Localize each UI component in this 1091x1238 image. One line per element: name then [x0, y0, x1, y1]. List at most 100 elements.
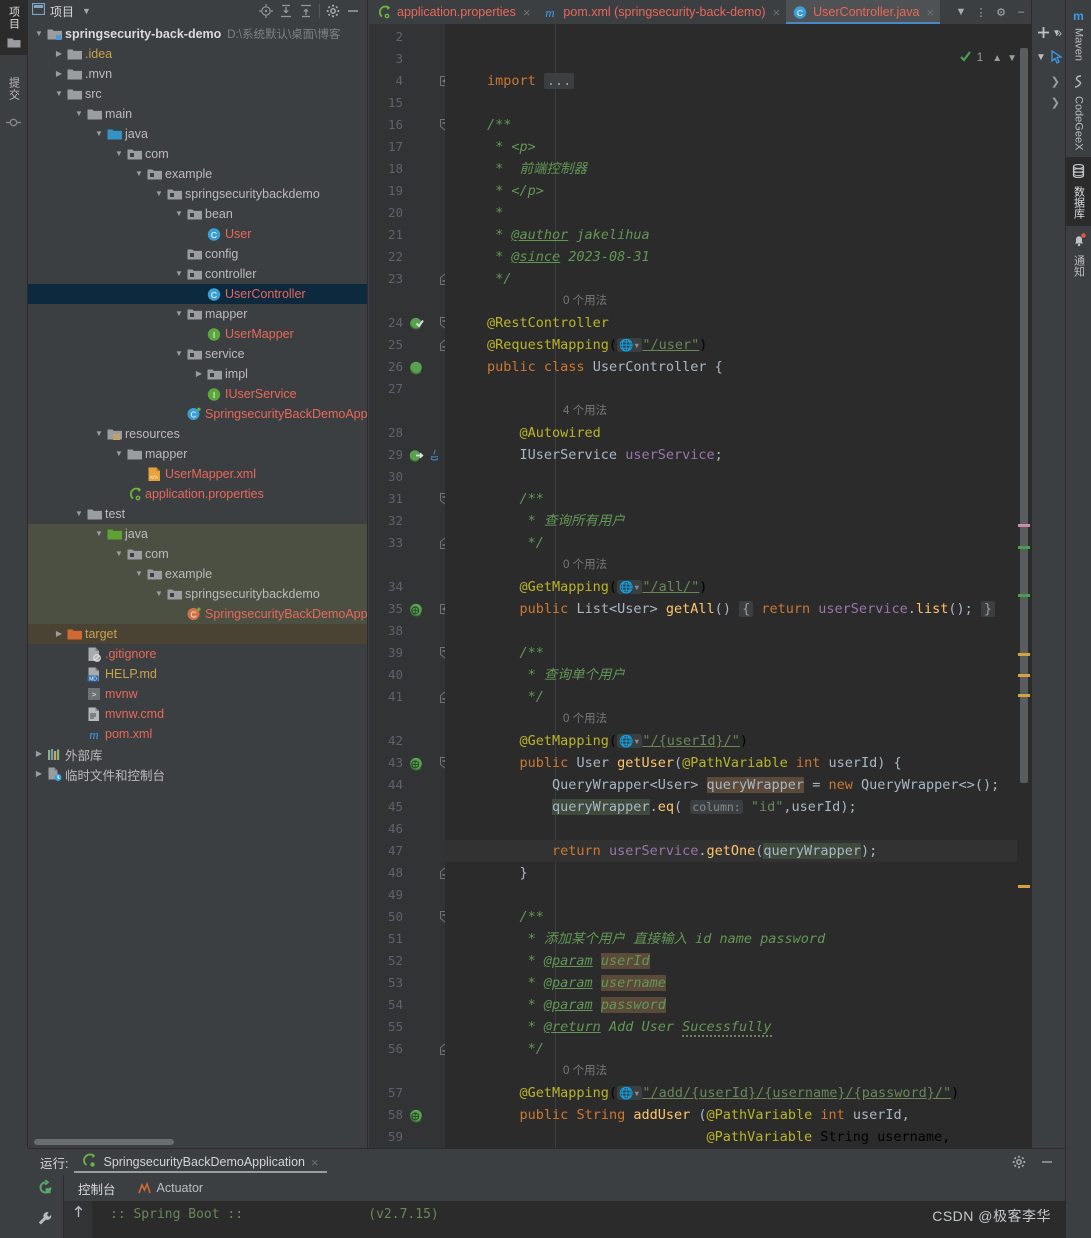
chevron-right-icon[interactable]: ▶ — [192, 364, 206, 384]
tree-node-test[interactable]: ▼ test — [28, 504, 367, 524]
editor-tab-pom.xml-springsecurity-back-demo-[interactable]: m pom.xml (springsecurity-back-demo) × — [536, 0, 786, 24]
tree-node-help-md[interactable]: MD HELP.md — [28, 664, 367, 684]
tree-node-java[interactable]: ▼ java — [28, 524, 367, 544]
chevron-down-icon[interactable]: ▼ — [152, 584, 166, 604]
usage-hint[interactable]: 0 个用法 — [563, 1060, 607, 1082]
gutter-spring-autowired-icon[interactable] — [407, 444, 425, 466]
chevron-right-icon[interactable]: ▶ — [52, 64, 66, 84]
tree-node-com[interactable]: ▼ com — [28, 144, 367, 164]
code-line[interactable]: */ — [487, 532, 544, 554]
chevron-down-icon[interactable]: ▼ — [32, 24, 46, 44]
chevron-right-icon[interactable]: ▶ — [52, 44, 66, 64]
chevron-down-icon[interactable]: ▼ — [152, 184, 166, 204]
sidebar-item-notifications[interactable]: 通知 — [1071, 226, 1087, 284]
sidebar-item-database[interactable]: 数据库 — [1066, 157, 1091, 227]
error-stripe-marker[interactable] — [1018, 546, 1030, 549]
tree-node-springsecurity-back-demo[interactable]: ▼ springsecurity-back-demo D:\系统默认\桌面\博客 — [28, 24, 367, 44]
close-icon[interactable]: × — [926, 5, 934, 20]
expand-all-icon[interactable] — [276, 1, 296, 21]
console-output[interactable]: :: Spring Boot :: (v2.7.15) — [64, 1201, 1065, 1238]
editor-tab-application.properties[interactable]: application.properties × — [369, 0, 536, 24]
gear-icon[interactable] — [323, 1, 343, 21]
sidebar-item-codegeex[interactable]: CodeGeeX — [1072, 68, 1085, 157]
tree-node-target[interactable]: ▶ target — [28, 624, 367, 644]
tree-node-resources[interactable]: ▼ resources — [28, 424, 367, 444]
code-line[interactable]: * 添加某个用户 直接输入 id name password — [487, 928, 826, 950]
code-line[interactable]: public class UserController { — [487, 356, 723, 378]
code-line[interactable]: * 前端控制器 — [487, 158, 587, 180]
sidebar-item-project[interactable]: 项目 — [0, 0, 27, 34]
tree-node-springsecuritybackdemo[interactable]: ▼ springsecuritybackdemo — [28, 184, 367, 204]
code-line[interactable]: */ — [487, 1038, 544, 1060]
code-line[interactable]: @Autowired — [487, 422, 601, 444]
code-line[interactable]: } — [487, 862, 528, 884]
code-line[interactable]: public User getUser(@PathVariable int us… — [487, 752, 902, 774]
code-line[interactable]: /** — [487, 906, 544, 928]
code-line[interactable]: @GetMapping(🌐▾ "/{userId}/") — [487, 730, 748, 752]
error-stripe[interactable] — [1017, 48, 1031, 1148]
tree-node-springsecuritybackdemo[interactable]: ▼ springsecuritybackdemo — [28, 584, 367, 604]
minimize-icon[interactable] — [343, 1, 363, 21]
chevron-down-icon[interactable]: ▼ — [92, 424, 106, 444]
tree-node-springsecuritybackdemoapp[interactable]: C SpringsecurityBackDemoApp — [28, 404, 367, 424]
editor-vscrollbar-thumb[interactable] — [1020, 48, 1028, 783]
tree-node-impl[interactable]: ▶ impl — [28, 364, 367, 384]
usage-hint[interactable]: 4 个用法 — [563, 400, 607, 422]
maven-expand-icon[interactable]: ❯ — [1051, 75, 1060, 88]
tree-node-bean[interactable]: ▼ bean — [28, 204, 367, 224]
chevron-down-icon[interactable]: ▼ — [172, 204, 186, 224]
project-tree-hscrollbar[interactable] — [34, 1139, 174, 1145]
gutter-spring-bean-check-icon[interactable] — [407, 312, 425, 334]
chevron-down-icon[interactable]: ▼ — [172, 344, 186, 364]
tree-node-java[interactable]: ▼ java — [28, 124, 367, 144]
tree-node-example[interactable]: ▼ example — [28, 564, 367, 584]
chevron-down-icon[interactable]: ▼ — [72, 104, 86, 124]
chevron-down-icon[interactable]: ▼ — [132, 564, 146, 584]
sidebar-item-commit[interactable]: 提交 — [6, 71, 22, 110]
tree-node-pom-xml[interactable]: m pom.xml — [28, 724, 367, 744]
code-text[interactable]: import ... /** * <p> * 前端控制器 * </p> * * @… — [445, 24, 1031, 1148]
error-stripe-marker[interactable] — [1018, 594, 1030, 597]
chevron-right-icon[interactable]: ▶ — [32, 744, 46, 764]
close-icon[interactable]: × — [773, 5, 781, 20]
code-line[interactable]: * @param userId — [487, 950, 650, 972]
chevron-down-icon[interactable]: ▼ — [72, 504, 86, 524]
collapse-all-icon[interactable] — [296, 1, 316, 21]
more-options-icon[interactable]: » — [1055, 26, 1062, 40]
code-line[interactable]: queryWrapper.eq( column: "id",userId); — [487, 796, 857, 818]
tree-node-config[interactable]: config — [28, 244, 367, 264]
code-line[interactable]: return userService.getOne(queryWrapper); — [487, 840, 877, 862]
editor-tab-bar[interactable]: application.properties × m pom.xml (springs… — [369, 0, 1031, 24]
code-line[interactable]: @GetMapping(🌐▾ "/add/{userId}/{username}/… — [487, 1082, 960, 1104]
tree-node-usermapper[interactable]: I UserMapper — [28, 324, 367, 344]
gutter-spring-mapping-icon[interactable] — [407, 1104, 425, 1126]
web-endpoint-icon[interactable]: 🌐▾ — [617, 734, 643, 748]
tree-node-user[interactable]: C User — [28, 224, 367, 244]
chevron-down-icon[interactable]: ▼ — [82, 6, 91, 16]
error-stripe-marker[interactable] — [1018, 653, 1030, 656]
tree-node-mapper[interactable]: ▼ mapper — [28, 444, 367, 464]
more-options-icon[interactable]: ⋮ — [971, 0, 991, 24]
rerun-icon[interactable] — [37, 1179, 54, 1201]
code-line[interactable]: QueryWrapper<User> queryWrapper = new Qu… — [487, 774, 999, 796]
tree-node-usermapper-xml[interactable]: </> UserMapper.xml — [28, 464, 367, 484]
code-line[interactable]: * <p> — [487, 136, 536, 158]
tree-node-iuserservice[interactable]: I IUserService — [28, 384, 367, 404]
tree-node--idea[interactable]: ▶ .idea — [28, 44, 367, 64]
chevron-down-icon[interactable]: ▼ — [92, 524, 106, 544]
tree-node--mvn[interactable]: ▶ .mvn — [28, 64, 367, 84]
tree-node--gitignore[interactable]: .gitignore — [28, 644, 367, 664]
chevron-down-icon[interactable]: ▼ — [132, 164, 146, 184]
tree-node-service[interactable]: ▼ service — [28, 344, 367, 364]
chevron-down-icon[interactable]: ▼ — [112, 444, 126, 464]
tree-node-mvnw-cmd[interactable]: mvnw.cmd — [28, 704, 367, 724]
usage-hint[interactable]: 0 个用法 — [563, 708, 607, 730]
usage-hint[interactable]: 0 个用法 — [563, 290, 607, 312]
editor-gutter[interactable]: 2 3 4 15 16 17 18 19 20 21 22 23 24 25 26 27 28 29 30 31 32 3… — [369, 24, 450, 1148]
prev-problem-icon[interactable]: ▲ — [992, 53, 1002, 64]
chevron-down-icon[interactable]: ▼ — [52, 84, 66, 104]
web-endpoint-icon[interactable]: 🌐▾ — [617, 338, 643, 352]
inspection-widget[interactable]: 1 ▲ ▼ — [959, 50, 1017, 66]
code-line[interactable]: import ... — [487, 70, 575, 92]
locate-icon[interactable] — [256, 1, 276, 21]
